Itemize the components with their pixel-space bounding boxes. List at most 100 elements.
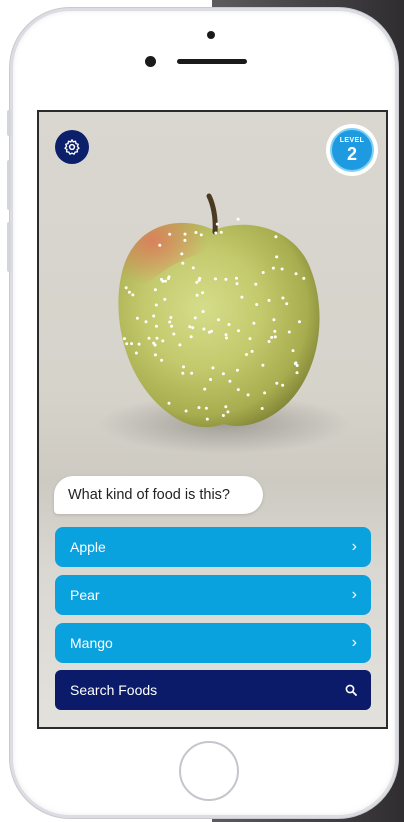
feature-point	[163, 297, 167, 301]
feature-point	[178, 343, 182, 347]
chevron-right-icon: ›	[351, 538, 357, 555]
feature-point	[180, 252, 184, 256]
level-badge: LEVEL 2	[326, 124, 378, 176]
feature-point	[188, 325, 192, 329]
feature-point	[252, 321, 256, 325]
feature-point	[225, 336, 228, 340]
feature-point	[193, 316, 197, 320]
feature-point	[294, 361, 298, 365]
apple-stem	[206, 193, 218, 235]
chevron-right-icon: ›	[351, 634, 357, 651]
feature-point	[153, 343, 157, 347]
feature-point	[217, 318, 220, 322]
feature-point	[181, 261, 185, 265]
feature-point	[190, 371, 194, 375]
feature-point	[214, 277, 217, 281]
chevron-right-icon: ›	[351, 586, 357, 603]
feature-point	[152, 314, 156, 318]
feature-point	[194, 231, 198, 234]
feature-point	[273, 329, 277, 333]
side-button-volume-up	[7, 160, 11, 210]
feature-point	[202, 327, 206, 331]
side-button-silent	[7, 110, 11, 136]
feature-point	[221, 372, 225, 376]
home-button[interactable]	[179, 741, 239, 801]
feature-point	[302, 276, 306, 280]
feature-point	[130, 342, 134, 346]
feature-point	[167, 401, 171, 405]
feature-point	[195, 280, 199, 284]
feature-point	[214, 231, 218, 235]
feature-point	[261, 271, 265, 274]
feature-point	[275, 255, 279, 259]
feature-point	[209, 378, 213, 381]
feature-point	[271, 266, 275, 270]
gear-icon	[64, 139, 80, 155]
feature-point	[170, 324, 174, 328]
app-screen: LEVEL 2 What kind of food is this? Apple…	[37, 110, 388, 729]
answer-button-pear[interactable]: Pear ›	[55, 575, 371, 615]
feature-point	[183, 232, 187, 236]
feature-point	[154, 303, 158, 307]
feature-point	[248, 337, 252, 341]
feature-point	[240, 295, 244, 299]
feature-point	[160, 358, 164, 362]
feature-point	[274, 235, 278, 239]
feature-point	[275, 381, 279, 385]
feature-point	[161, 339, 165, 343]
search-foods-button[interactable]: Search Foods	[55, 670, 371, 710]
feature-point	[199, 233, 203, 237]
search-icon	[345, 684, 357, 696]
feature-point	[236, 388, 240, 392]
feature-point	[235, 368, 239, 372]
feature-point	[169, 316, 173, 319]
feature-point	[124, 286, 128, 290]
feature-point	[261, 363, 265, 367]
feature-point	[198, 276, 202, 280]
feature-point	[205, 417, 209, 421]
feature-point	[254, 282, 258, 286]
feature-point	[267, 298, 271, 302]
feature-point	[273, 335, 277, 339]
feature-point	[195, 293, 199, 297]
feature-point	[224, 277, 228, 281]
feature-point	[158, 243, 162, 247]
answer-label: Mango	[70, 635, 113, 651]
feature-point	[272, 318, 276, 322]
feature-point	[280, 267, 284, 271]
feature-point	[211, 366, 215, 370]
feature-point	[287, 330, 291, 334]
level-badge-inner: LEVEL 2	[330, 128, 374, 172]
feature-point	[147, 336, 151, 340]
feature-point	[167, 277, 170, 280]
feature-point	[134, 351, 138, 355]
feature-point	[154, 324, 158, 328]
feature-point	[207, 330, 211, 334]
answer-button-apple[interactable]: Apple ›	[55, 527, 371, 567]
feature-point	[125, 342, 129, 346]
answer-button-mango[interactable]: Mango ›	[55, 623, 371, 663]
feature-point	[215, 222, 219, 226]
feature-point	[294, 272, 298, 276]
feature-point	[123, 337, 126, 341]
feature-point	[246, 393, 250, 397]
question-bubble: What kind of food is this?	[54, 476, 263, 514]
proximity-sensor	[207, 31, 215, 39]
feature-point	[189, 335, 193, 339]
feature-point	[234, 276, 238, 280]
search-label: Search Foods	[70, 682, 158, 698]
feature-point	[184, 409, 188, 413]
feature-point	[255, 303, 259, 306]
side-button-volume-down	[7, 222, 11, 272]
feature-point	[144, 320, 148, 324]
feature-point	[226, 410, 230, 414]
feature-point	[219, 230, 223, 234]
feature-point	[160, 277, 163, 281]
feature-point	[270, 335, 274, 339]
level-number: 2	[346, 144, 357, 164]
feature-point	[183, 238, 187, 242]
feature-point	[221, 414, 225, 417]
feature-point	[298, 320, 301, 324]
settings-button[interactable]	[55, 130, 89, 164]
feature-point	[291, 349, 295, 353]
